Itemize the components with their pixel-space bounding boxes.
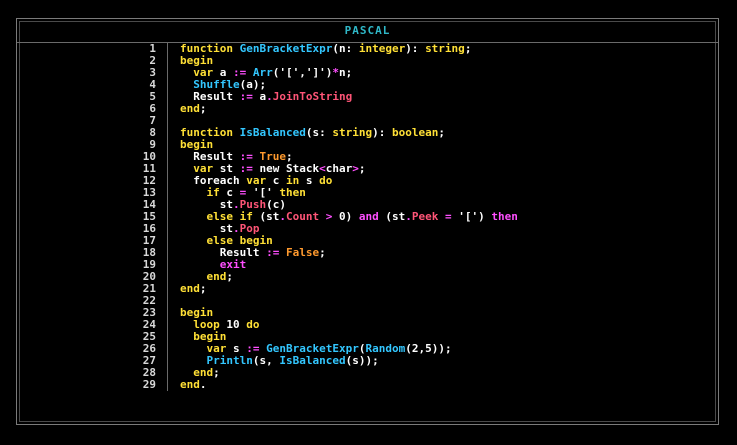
gutter-separator	[167, 79, 168, 91]
gutter-separator	[167, 163, 168, 175]
code-token: (n:	[332, 42, 359, 55]
gutter-separator	[167, 91, 168, 103]
gutter-separator	[167, 379, 168, 391]
code-token: )	[478, 210, 492, 223]
gutter-separator	[167, 67, 168, 79]
code-token: )	[345, 210, 359, 223]
code-token: (st	[259, 210, 280, 223]
code-token: JoinToString	[272, 90, 353, 103]
code-token: do	[319, 174, 333, 187]
code-token: GenBracketExpr	[239, 42, 333, 55]
code-token: end	[180, 282, 200, 295]
gutter-separator	[167, 187, 168, 199]
code-token: then	[491, 210, 518, 223]
code-token: :=	[266, 246, 286, 259]
code-token: end	[180, 378, 200, 391]
code-token: ):	[405, 42, 426, 55]
code-token: end	[180, 102, 200, 115]
gutter-separator	[167, 259, 168, 271]
code-token: 10	[226, 318, 247, 331]
gutter-separator	[167, 139, 168, 151]
code-token: IsBalanced	[239, 126, 306, 139]
gutter-separator	[167, 43, 168, 55]
gutter-separator	[167, 283, 168, 295]
gutter-separator	[167, 331, 168, 343]
code-token: string	[425, 42, 465, 55]
gutter-separator	[167, 175, 168, 187]
code-token: Peek	[411, 210, 445, 223]
code-token: .	[405, 210, 412, 223]
code-token: >	[352, 162, 359, 175]
code-token: IsBalanced	[279, 354, 346, 367]
gutter-separator	[167, 271, 168, 283]
code-token: (st	[385, 210, 406, 223]
code-token: ;	[199, 282, 207, 295]
code-token: '['	[458, 210, 479, 223]
code-token: .	[266, 90, 273, 103]
gutter-separator	[167, 343, 168, 355]
code-token: .	[279, 210, 286, 223]
gutter-separator	[167, 199, 168, 211]
code-token: ));	[431, 342, 452, 355]
code-token: Count	[285, 210, 326, 223]
code-text[interactable]: end.	[180, 379, 207, 391]
code-token: ;	[438, 126, 445, 139]
code-text[interactable]: function IsBalanced(s: string): boolean;	[180, 127, 445, 139]
gutter-separator	[167, 319, 168, 331]
code-token: (s:	[305, 126, 333, 139]
code-token: integer	[358, 42, 406, 55]
code-token: do	[246, 318, 260, 331]
code-text[interactable]: function GenBracketExpr(n: integer): str…	[180, 43, 471, 55]
code-token: :=	[239, 90, 260, 103]
code-token: (s));	[345, 354, 379, 367]
code-token: ,	[299, 66, 306, 79]
code-token: ;	[199, 102, 207, 115]
code-token: (s,	[252, 354, 280, 367]
window-title: PASCAL	[344, 24, 391, 37]
gutter-separator	[167, 235, 168, 247]
gutter-separator	[167, 127, 168, 139]
gutter-separator	[167, 295, 168, 307]
code-token: 5	[425, 342, 432, 355]
code-text[interactable]: end;	[180, 103, 207, 115]
gutter-separator	[167, 115, 168, 127]
code-token: ;	[213, 366, 220, 379]
code-token: ;	[226, 270, 233, 283]
gutter-separator	[167, 355, 168, 367]
code-token: 0	[338, 210, 346, 223]
code-token: .	[199, 378, 207, 391]
code-token: =	[444, 210, 459, 223]
code-token: boolean	[391, 126, 439, 139]
code-token: string	[332, 126, 373, 139]
code-token: ;	[464, 42, 472, 55]
gutter-separator	[167, 223, 168, 235]
code-token: ;	[358, 162, 366, 175]
code-token: (	[405, 342, 412, 355]
code-token: *	[332, 66, 339, 79]
code-token: and	[358, 210, 386, 223]
code-token: n;	[339, 66, 353, 79]
code-token: ):	[372, 126, 392, 139]
code-token: ;	[319, 246, 326, 259]
gutter-separator	[167, 211, 168, 223]
code-token: False	[285, 246, 320, 259]
gutter-separator	[167, 247, 168, 259]
code-token: end	[206, 270, 227, 283]
code-token: ']'	[305, 66, 326, 79]
gutter-separator	[167, 55, 168, 67]
code-text[interactable]: end;	[180, 283, 207, 295]
gutter-separator	[167, 367, 168, 379]
line-number: 29	[142, 378, 156, 391]
code-token: s	[305, 174, 320, 187]
code-token: >	[325, 210, 339, 223]
code-token: '['	[279, 66, 300, 79]
gutter-separator	[167, 151, 168, 163]
gutter-separator	[167, 307, 168, 319]
gutter-separator	[167, 103, 168, 115]
